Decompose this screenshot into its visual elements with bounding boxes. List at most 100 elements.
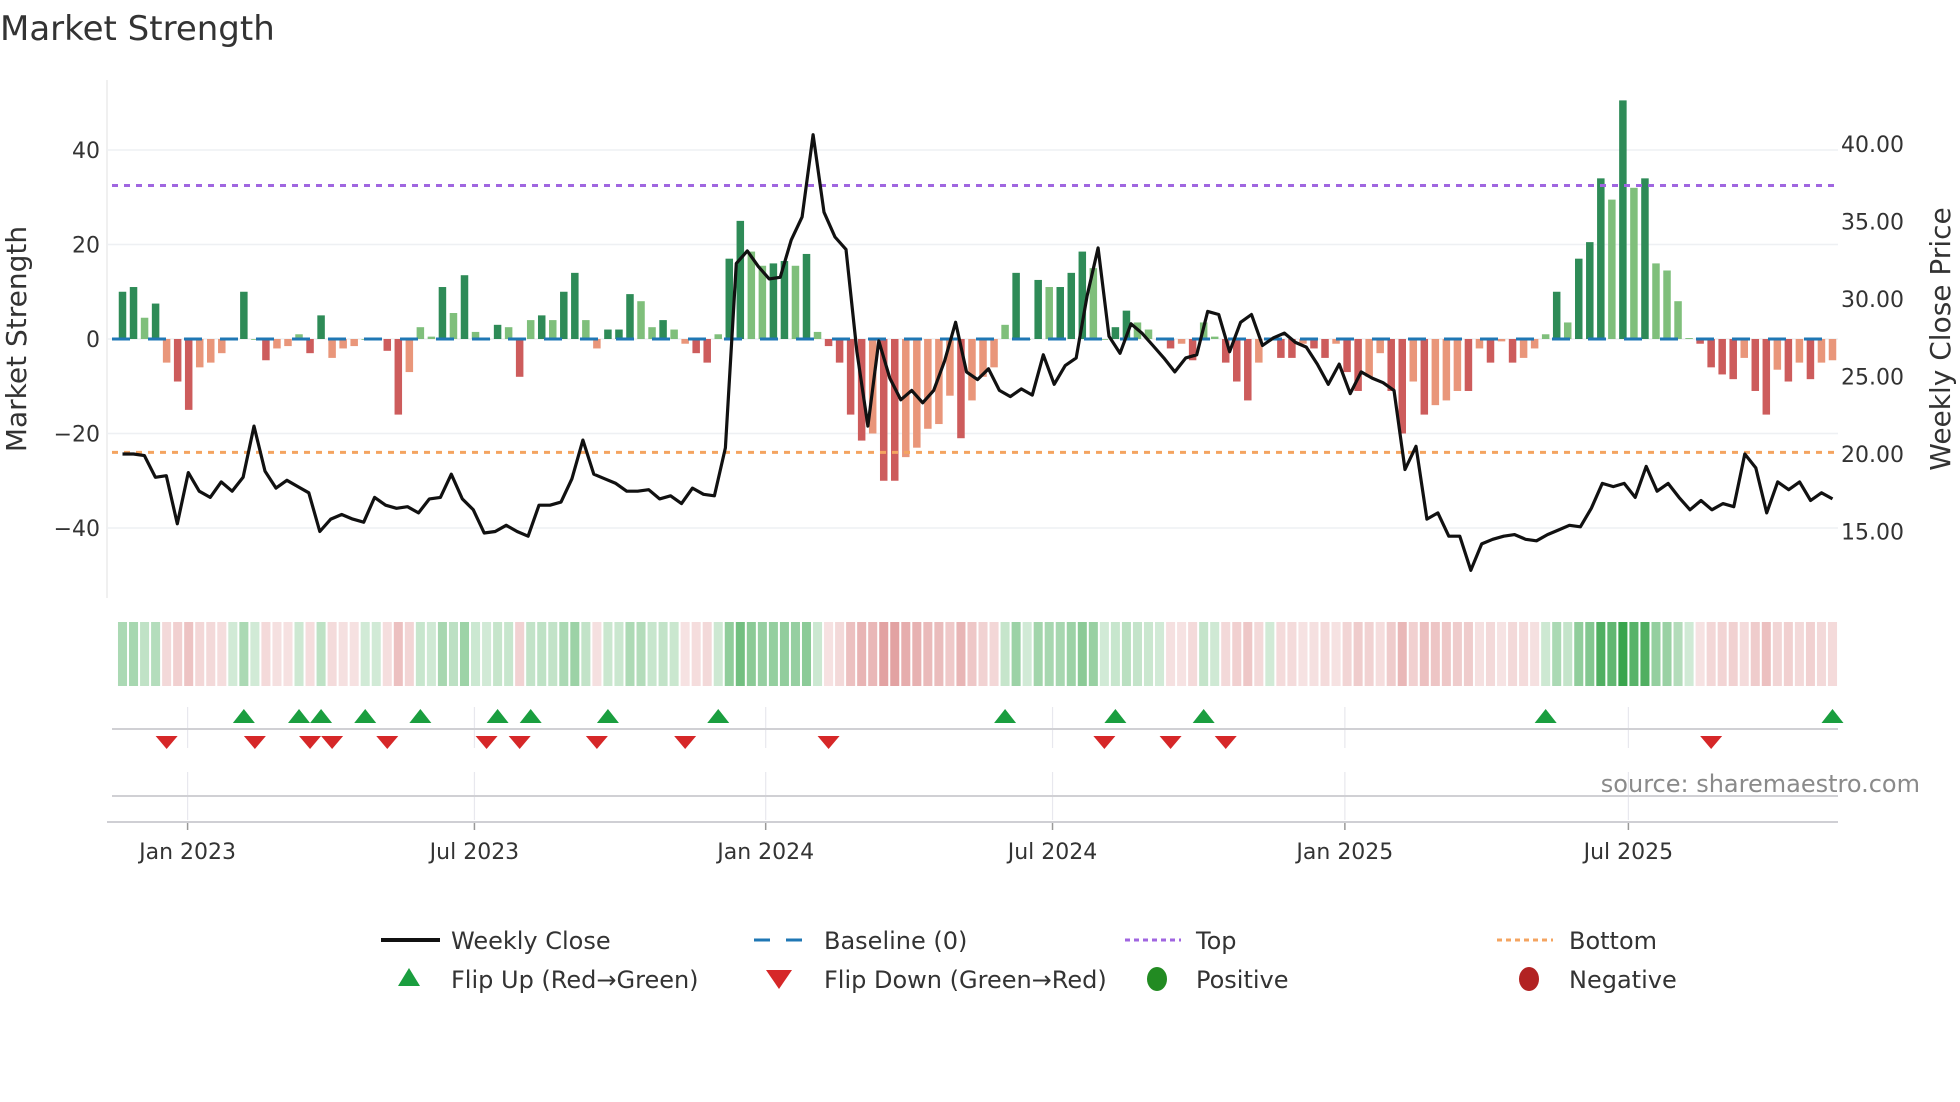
- strip-cell: [1530, 622, 1540, 686]
- strength-bar: [813, 331, 822, 339]
- strength-bar: [1762, 339, 1771, 415]
- strip-cell: [1011, 622, 1021, 686]
- strip-cell: [790, 622, 800, 686]
- strength-bar: [791, 265, 800, 339]
- strength-bar: [1244, 339, 1252, 401]
- flip-down-marker: [1159, 736, 1182, 749]
- strip-cell: [548, 622, 558, 686]
- legend-label: Bottom: [1569, 927, 1657, 955]
- flip-up-marker: [596, 709, 619, 723]
- strip-cell: [1022, 622, 1032, 686]
- y-tick-label: −40: [54, 517, 100, 542]
- strip-cell: [757, 622, 767, 686]
- strength-bar: [1828, 339, 1837, 361]
- strip-cell: [1485, 622, 1496, 686]
- legend-triangle-down-icon: [766, 970, 792, 989]
- strength-bar: [1586, 242, 1594, 339]
- y-tick-label: −20: [54, 423, 100, 448]
- strength-bar: [769, 263, 778, 339]
- strip-cell: [1452, 622, 1462, 686]
- strength-bar: [1541, 334, 1550, 339]
- source-label: source: sharemaestro.com: [1601, 770, 1920, 798]
- strip-cell: [603, 622, 613, 686]
- flip-up-marker: [1192, 709, 1215, 723]
- strength-bar: [747, 251, 756, 339]
- strip-cell: [1816, 622, 1826, 686]
- strength-bar: [1387, 339, 1395, 391]
- strip-cell: [1243, 622, 1253, 686]
- strip-cell: [1033, 622, 1043, 686]
- strength-bar: [1001, 324, 1009, 339]
- strength-bar: [1784, 339, 1793, 382]
- strength-bar: [648, 327, 656, 339]
- strip-cell: [1298, 622, 1308, 686]
- strength-bar: [1111, 327, 1120, 339]
- strip-cell: [581, 622, 591, 686]
- y2-axis-label: Weekly Close Price: [1924, 207, 1957, 470]
- strength-bar: [207, 339, 215, 363]
- strength-bar: [427, 336, 436, 339]
- strip-cell: [1221, 622, 1231, 686]
- strength-bar: [1619, 100, 1627, 339]
- strip-cell: [1386, 622, 1396, 686]
- strip-cell: [482, 622, 492, 686]
- flip-up-marker: [310, 709, 333, 723]
- strip-cell: [184, 622, 194, 686]
- strip-cell: [1430, 622, 1440, 686]
- strip-cell: [1110, 622, 1120, 686]
- strip-cell: [305, 622, 315, 686]
- market-strength-chart: Market Strength 40 20 0 −20 −40 40.00 35.00 30…: [0, 9, 1957, 994]
- strength-bar: [549, 320, 557, 339]
- legend-label: Flip Up (Red→Green): [451, 966, 699, 994]
- strength-bar: [537, 315, 546, 339]
- strength-bar: [140, 317, 149, 339]
- strip-cell: [1265, 622, 1275, 686]
- strength-bar: [571, 272, 579, 339]
- strength-bar: [173, 339, 182, 382]
- strip-cell: [1132, 622, 1142, 686]
- strip-cell: [1287, 622, 1297, 686]
- strip-cell: [1309, 622, 1319, 686]
- strength-bar: [394, 339, 403, 415]
- y2-tick-label: 30.00: [1841, 288, 1904, 313]
- strength-bar: [1034, 279, 1042, 339]
- strip-cell: [669, 622, 679, 686]
- strip-cell: [1706, 622, 1716, 686]
- strip-cell: [1508, 622, 1518, 686]
- strip-cell: [1441, 622, 1451, 686]
- strength-bar: [758, 265, 767, 339]
- strip-cell: [890, 622, 900, 686]
- strength-bar: [1508, 339, 1517, 363]
- strip-cell: [261, 622, 271, 686]
- strength-bar: [1630, 187, 1638, 339]
- strip-cell: [1474, 622, 1484, 686]
- strip-cell: [1695, 622, 1705, 686]
- flip-up-marker: [1821, 709, 1844, 723]
- strip-cell: [504, 622, 514, 686]
- strip-cell: [1596, 622, 1606, 686]
- legend-label: Baseline (0): [824, 927, 967, 955]
- strip-cell: [779, 622, 789, 686]
- strip-cell: [570, 622, 580, 686]
- strength-bar: [218, 339, 226, 354]
- strip-cell: [1000, 622, 1010, 686]
- strength-bar: [1277, 339, 1285, 358]
- y-tick-label: 40: [72, 139, 100, 164]
- flip-up-marker: [288, 709, 311, 723]
- strength-bar: [184, 339, 193, 410]
- strength-bar: [416, 327, 425, 339]
- strength-bar: [515, 339, 524, 377]
- strip-cell: [1772, 622, 1782, 686]
- price-line: [122, 133, 1834, 572]
- strip-cell: [846, 622, 856, 686]
- y2-tick-label: 35.00: [1841, 211, 1904, 236]
- strength-bar: [1442, 339, 1451, 401]
- strength-bar: [1575, 258, 1583, 339]
- strip-cell: [735, 622, 745, 686]
- strength-bar: [1563, 322, 1572, 339]
- strength-bar: [129, 287, 138, 339]
- strength-bar: [118, 291, 127, 339]
- strip-cell: [912, 622, 922, 686]
- strip-cell: [1055, 622, 1065, 686]
- strength-bar: [1045, 287, 1053, 339]
